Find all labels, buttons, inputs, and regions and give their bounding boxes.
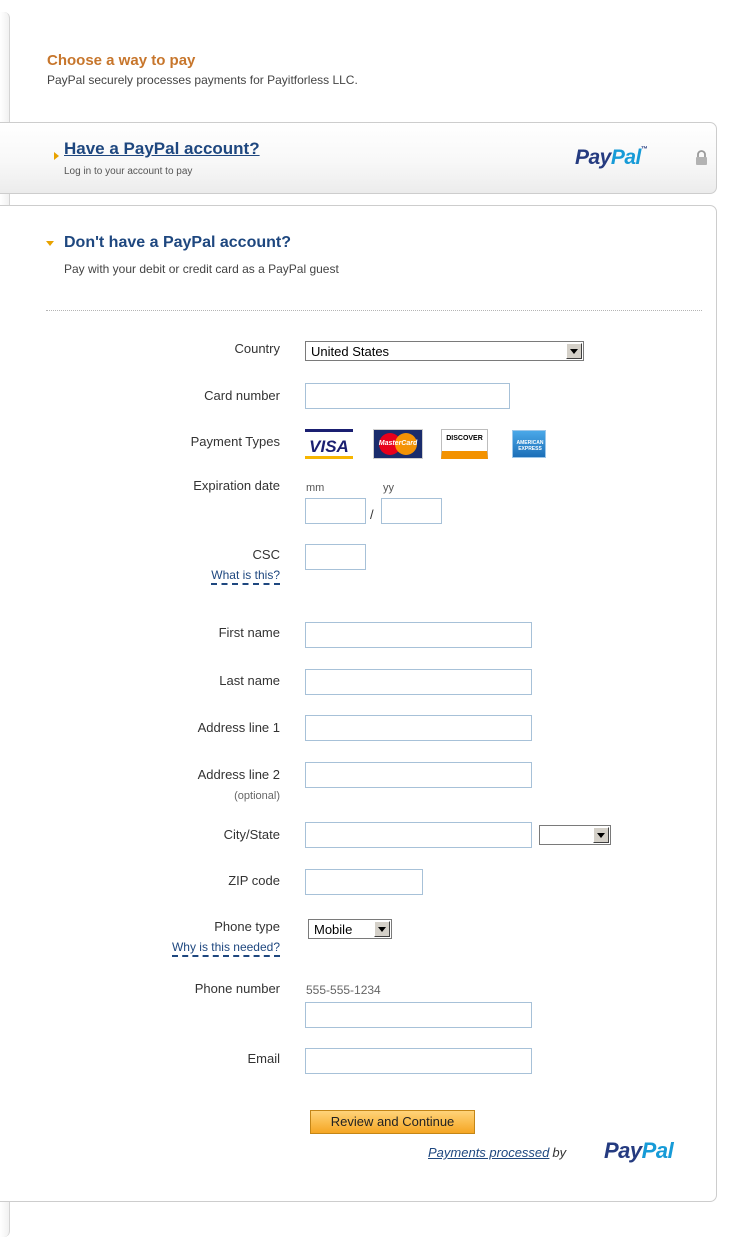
card-number-input[interactable] — [305, 383, 510, 409]
last-name-label: Last name — [219, 673, 280, 688]
phone-number-label: Phone number — [194, 981, 280, 996]
first-name-label: First name — [218, 625, 280, 640]
page-title: Choose a way to pay — [47, 52, 196, 69]
phone-type-label: Phone type — [214, 919, 280, 934]
address1-input[interactable] — [305, 715, 532, 741]
payment-types-label: Payment Types — [190, 434, 280, 449]
city-input[interactable] — [305, 822, 532, 848]
zip-input[interactable] — [305, 869, 423, 895]
page-subtitle: PayPal securely processes payments for P… — [47, 73, 358, 87]
footer-paypal-logo: PayPal — [604, 1138, 674, 1164]
have-account-subtitle: Log in to your account to pay — [64, 166, 193, 177]
phone-type-selected-value: Mobile — [314, 922, 353, 937]
logo-pal: Pal — [610, 146, 642, 169]
discover-card-icon: DISCOVER — [441, 429, 488, 459]
guest-title: Don't have a PayPal account? — [64, 234, 291, 251]
address2-label: Address line 2 — [197, 767, 280, 782]
payments-processed-link[interactable]: Payments processed — [428, 1145, 549, 1160]
chevron-down-icon[interactable] — [566, 343, 582, 359]
csc-label: CSC — [252, 547, 280, 562]
zip-label: ZIP code — [228, 873, 280, 888]
mastercard-text: MasterCard — [378, 440, 418, 447]
footer-logo-pay: Pay — [604, 1138, 642, 1163]
chevron-down-icon[interactable] — [374, 921, 390, 937]
logo-pay: Pay — [575, 146, 611, 169]
mastercard-icon: MasterCard — [373, 429, 423, 459]
last-name-input[interactable] — [305, 669, 532, 695]
exp-year-input[interactable] — [381, 498, 442, 524]
address2-optional-note: (optional) — [234, 790, 280, 802]
expiration-label: Expiration date — [193, 478, 280, 493]
review-and-continue-button[interactable]: Review and Continue — [310, 1110, 475, 1134]
phone-type-help-link[interactable]: Why is this needed? — [171, 940, 280, 957]
have-account-link[interactable]: Have a PayPal account? — [64, 139, 260, 159]
card-number-label: Card number — [204, 388, 280, 403]
csc-input[interactable] — [305, 544, 366, 570]
address2-input[interactable] — [305, 762, 532, 788]
dotted-divider — [46, 310, 702, 311]
phone-type-select[interactable]: Mobile — [308, 919, 392, 939]
logo-tm: ™ — [640, 146, 648, 153]
amex-card-icon: AMERICAN EXPRESS — [512, 430, 546, 458]
csc-help-link[interactable]: What is this? — [211, 568, 280, 585]
phone-number-input[interactable] — [305, 1002, 532, 1028]
country-selected-value: United States — [311, 344, 390, 359]
first-name-input[interactable] — [305, 622, 532, 648]
triangle-right-icon — [54, 152, 59, 160]
lock-icon — [696, 150, 707, 165]
payments-processed-note: Payments processed by — [428, 1145, 566, 1160]
exp-year-hint: yy — [383, 482, 394, 494]
country-label: Country — [234, 341, 280, 356]
guest-subtitle: Pay with your debit or credit card as a … — [64, 262, 339, 276]
phone-number-hint: 555-555-1234 — [306, 983, 381, 997]
visa-card-icon: VISA — [305, 429, 353, 459]
exp-month-hint: mm — [306, 482, 325, 494]
footer-logo-pal: Pal — [641, 1138, 674, 1163]
paypal-logo: PayPal™ — [575, 146, 648, 170]
exp-separator: / — [370, 507, 374, 522]
address1-label: Address line 1 — [197, 720, 280, 735]
chevron-down-icon[interactable] — [593, 827, 609, 843]
discover-text: DISCOVER — [446, 435, 483, 442]
amex-text: AMERICAN EXPRESS — [516, 440, 544, 452]
city-state-label: City/State — [223, 827, 280, 842]
state-select[interactable] — [539, 825, 611, 845]
country-select[interactable]: United States — [305, 341, 584, 361]
processed-by-text: by — [552, 1145, 567, 1160]
exp-month-input[interactable] — [305, 498, 366, 524]
triangle-down-icon — [46, 241, 54, 246]
email-input[interactable] — [305, 1048, 532, 1074]
email-label: Email — [247, 1051, 280, 1066]
